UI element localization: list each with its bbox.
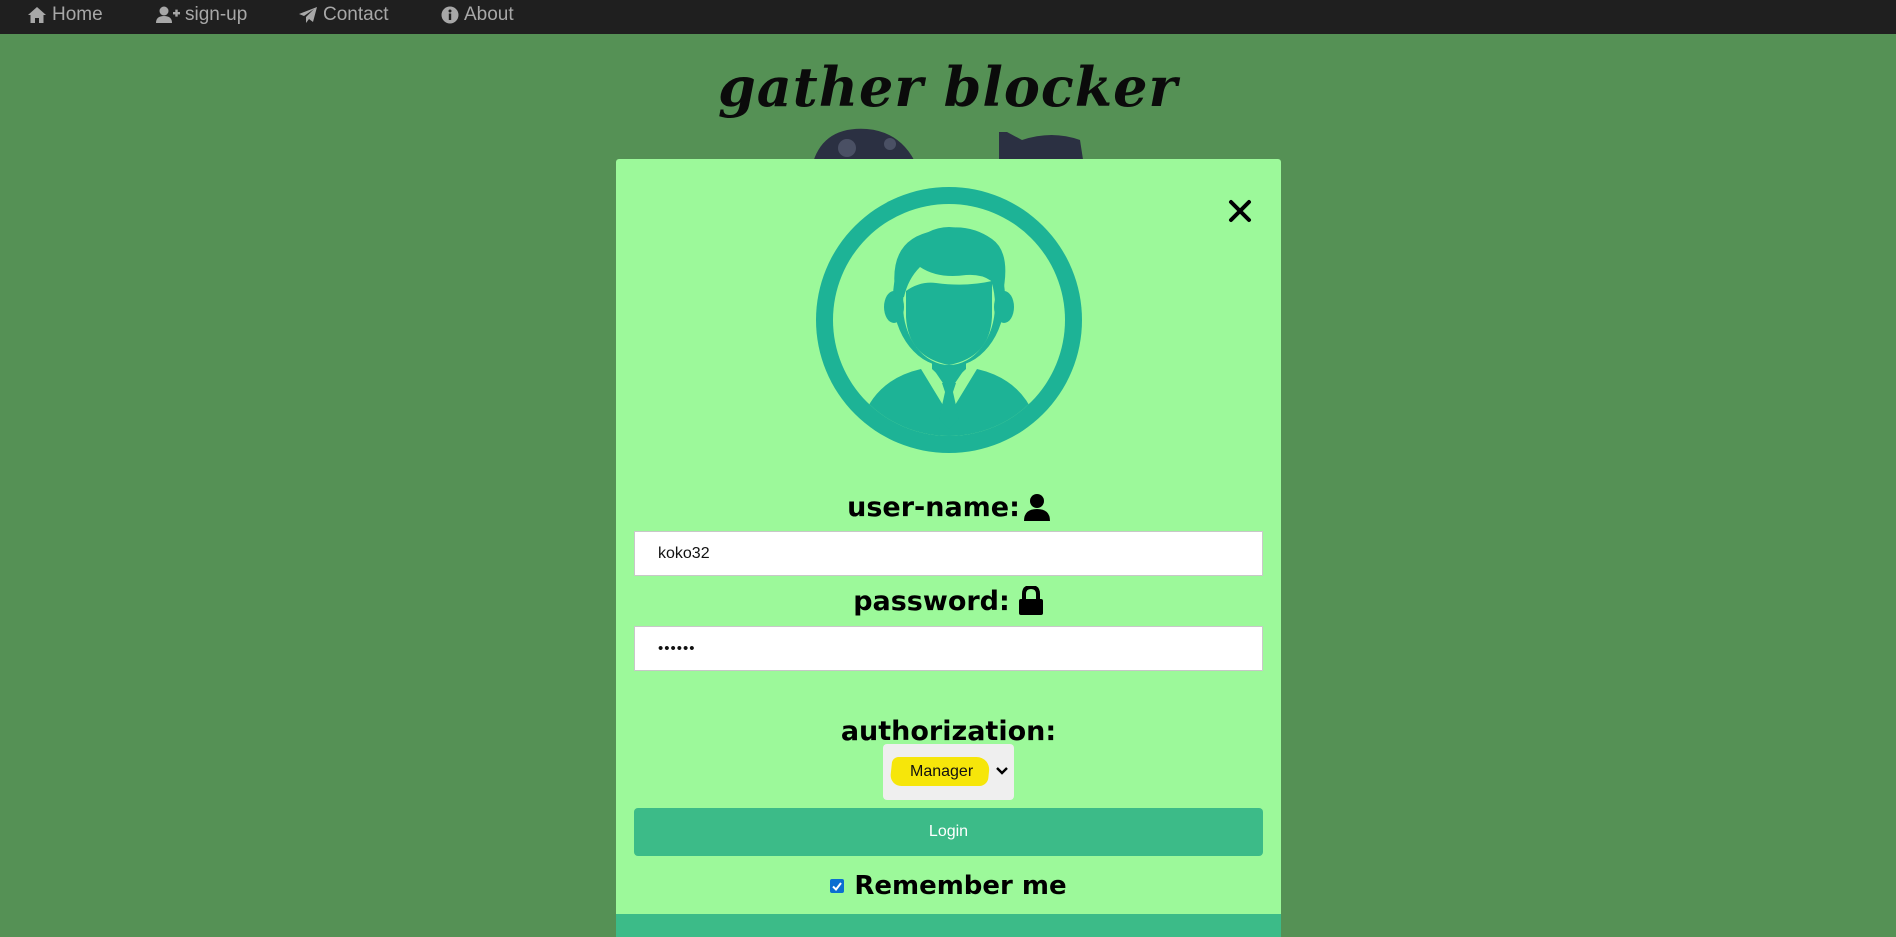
nav-signup[interactable]: sign-up	[156, 0, 247, 30]
modal-footer	[616, 914, 1281, 937]
username-label-text: user-name:	[847, 491, 1020, 523]
paper-plane-icon	[299, 7, 317, 23]
remember-me: Remember me	[616, 866, 1281, 906]
authorization-selected: Manager	[910, 763, 974, 780]
password-input[interactable]: ••••••	[634, 626, 1263, 671]
chevron-down-icon	[996, 767, 1008, 775]
nav-signup-label: sign-up	[185, 4, 248, 25]
password-label: password:	[616, 583, 1281, 619]
lock-icon	[1018, 586, 1043, 615]
check-icon	[832, 881, 843, 891]
avatar-icon	[816, 187, 1082, 453]
user-plus-icon	[156, 6, 180, 23]
close-icon[interactable]	[1226, 197, 1254, 225]
site-title: gather blocker	[718, 55, 1178, 119]
nav-home[interactable]: Home	[27, 0, 103, 30]
username-input[interactable]: koko32	[634, 531, 1263, 576]
nav-about-label: About	[464, 4, 514, 25]
home-icon	[28, 7, 46, 23]
remember-checkbox[interactable]	[830, 879, 845, 893]
authorization-label-text: authorization:	[840, 715, 1057, 747]
user-icon	[1023, 494, 1050, 521]
nav-home-label: Home	[52, 4, 103, 25]
nav-about[interactable]: About	[441, 0, 514, 30]
remember-label: Remember me	[854, 871, 1067, 901]
nav-contact[interactable]: Contact	[298, 0, 388, 30]
info-icon	[441, 6, 459, 24]
top-nav: Home sign-up Contact About	[0, 0, 1896, 34]
login-button[interactable]: Login	[634, 808, 1263, 856]
authorization-select[interactable]: Manager	[883, 744, 1014, 800]
nav-contact-label: Contact	[323, 4, 389, 25]
login-modal: user-name: koko32 password: •••••• autho…	[616, 159, 1281, 937]
username-label: user-name:	[616, 489, 1281, 525]
password-label-text: password:	[853, 585, 1010, 617]
